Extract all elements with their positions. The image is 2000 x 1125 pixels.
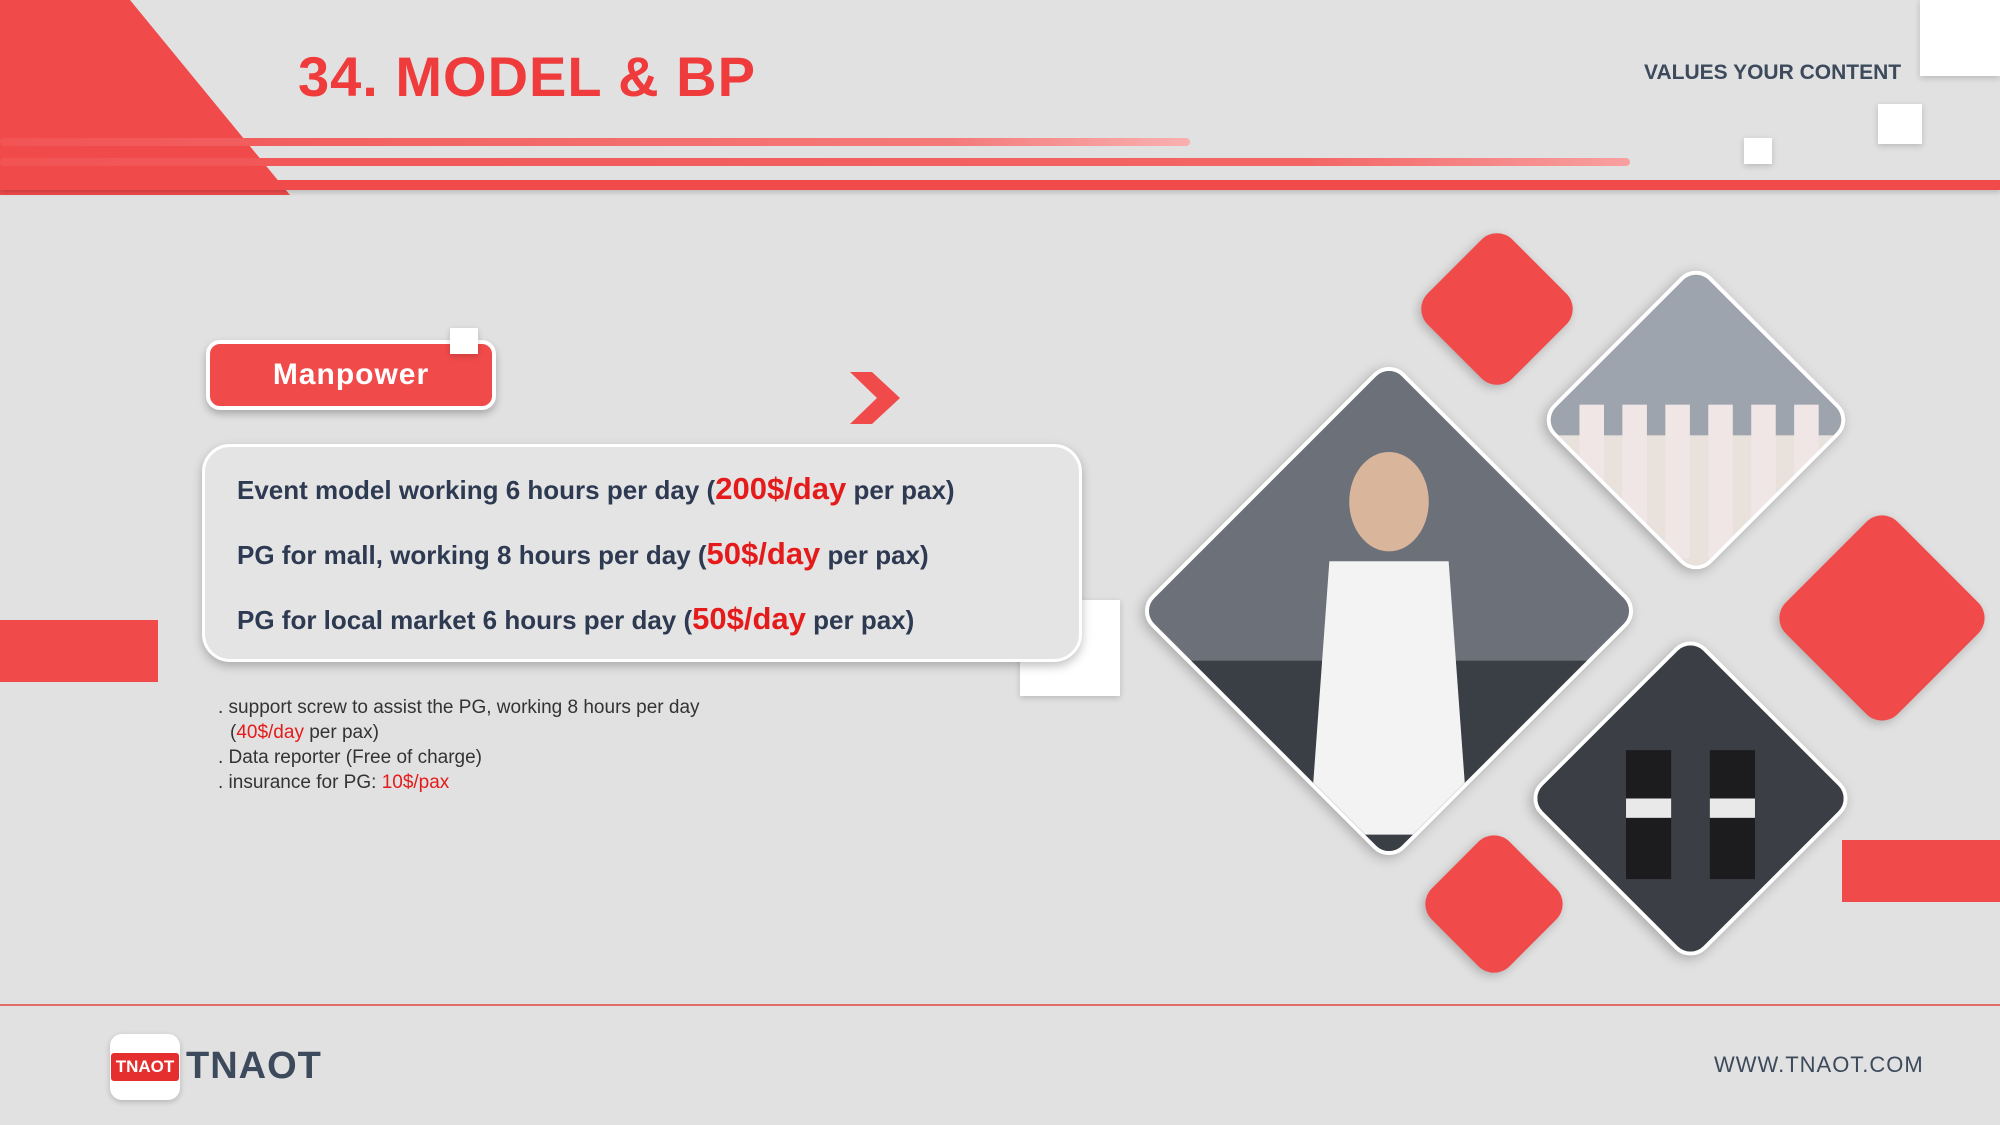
decor-right-red-bar xyxy=(1842,840,2000,902)
tnaot-logo-icon: TNAOT xyxy=(110,1034,180,1100)
price-value: 200$/day xyxy=(715,471,847,506)
notes-list: . support screw to assist the PG, workin… xyxy=(218,695,700,795)
tnaot-logo-text: TNAOT xyxy=(186,1045,322,1087)
photo-two-models xyxy=(1524,632,1857,965)
decor-red-diamond-top xyxy=(1412,224,1582,394)
page-title: 34. MODEL & BP xyxy=(298,45,756,108)
photo-placeholder-group xyxy=(1542,266,1850,574)
chevron-right-icon xyxy=(850,372,900,424)
header-stripe-top xyxy=(0,138,1190,146)
decor-white-square-large xyxy=(1920,0,2000,76)
note-insurance: . insurance for PG: 10$/pax xyxy=(218,772,450,793)
pricing-card: Event model working 6 hours per day (200… xyxy=(202,444,1082,662)
note-data-reporter: . Data reporter (Free of charge) xyxy=(218,747,482,768)
decor-left-red-bar xyxy=(0,620,158,682)
decor-white-square-tiny xyxy=(450,328,478,354)
decor-white-square-medium xyxy=(1878,104,1922,144)
website-url: WWW.TNAOT.COM xyxy=(1714,1052,1924,1077)
decor-red-diamond-right xyxy=(1770,506,1994,730)
tagline: VALUES YOUR CONTENT xyxy=(1644,61,1902,84)
decor-red-diamond-bottom xyxy=(1416,826,1572,982)
note-support-screw-price: (40$/day per pax) xyxy=(230,722,379,743)
pricing-line: PG for mall, working 8 hours per day (50… xyxy=(237,536,929,571)
pricing-line: PG for local market 6 hours per day (50$… xyxy=(237,601,915,636)
pricing-line: Event model working 6 hours per day (200… xyxy=(237,471,955,506)
price-value: 50$/day xyxy=(692,601,806,636)
header-stripe-middle xyxy=(0,158,1630,166)
note-support-screw: . support screw to assist the PG, workin… xyxy=(218,697,700,718)
price-value: 50$/day xyxy=(706,536,821,571)
manpower-label: Manpower xyxy=(272,358,430,391)
photo-model-group xyxy=(1537,261,1855,579)
header-stripe-bottom xyxy=(0,180,2000,190)
decor-white-square-small xyxy=(1744,138,1772,164)
photo-placeholder-pair xyxy=(1529,637,1852,960)
footer-divider xyxy=(0,1004,2000,1006)
